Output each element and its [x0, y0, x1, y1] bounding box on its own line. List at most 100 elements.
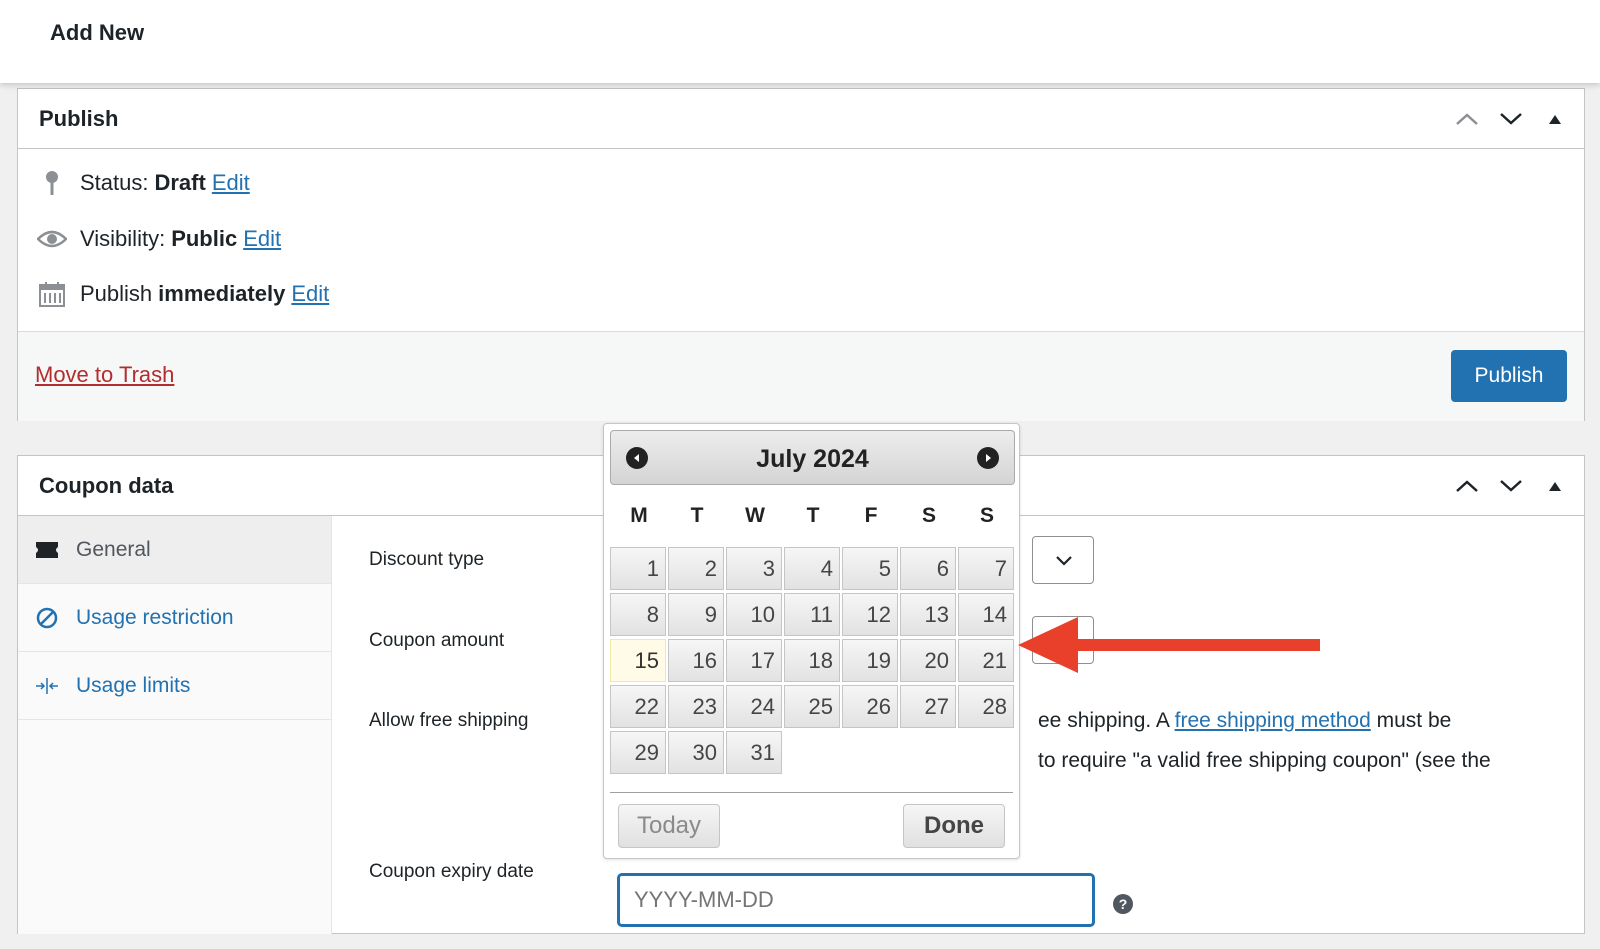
calendar-day[interactable]: 9 [668, 593, 724, 636]
free-shipping-description-line2: to require "a valid free shipping coupon… [1038, 749, 1491, 772]
discount-type-label: Discount type [369, 549, 485, 570]
move-to-trash-link[interactable]: Move to Trash [35, 362, 174, 388]
calendar-day[interactable]: 2 [668, 547, 724, 590]
calendar-day[interactable]: 26 [842, 685, 898, 728]
publish-box-title: Publish [39, 106, 119, 131]
calendar-day[interactable]: 13 [900, 593, 956, 636]
triangle-up-icon [1549, 115, 1561, 124]
calendar-day[interactable]: 1 [610, 547, 666, 590]
move-up-button[interactable] [1452, 107, 1482, 131]
publish-button[interactable]: Publish [1451, 350, 1567, 402]
calendar-day[interactable]: 14 [958, 593, 1014, 636]
free-shipping-desc-part: ee shipping. A [1038, 709, 1175, 732]
coupon-amount-label: Coupon amount [369, 630, 505, 651]
calendar-day[interactable]: 24 [726, 685, 782, 728]
ticket-icon [34, 537, 60, 563]
datepicker-header: July 2024 [610, 430, 1015, 485]
calendar-day[interactable]: 27 [900, 685, 956, 728]
triangle-up-icon [1549, 482, 1561, 491]
status-label: Status: [80, 170, 149, 195]
tab-usage-restriction[interactable]: Usage restriction [18, 584, 331, 652]
calendar-day[interactable]: 10 [726, 593, 782, 636]
calendar-day[interactable]: 7 [958, 547, 1014, 590]
datepicker-popup: July 2024 MTWTFSS 1 2 3 4 5 6 7 8 9 10 11 12 13 14 15 1… [603, 423, 1020, 859]
tab-usage-limits[interactable]: Usage limits [18, 652, 331, 720]
publish-major-actions: Move to Trash Publish [18, 331, 1584, 421]
calendar-day[interactable]: 30 [668, 731, 724, 774]
expiry-date-input[interactable] [618, 874, 1094, 926]
eye-icon [36, 223, 68, 255]
free-shipping-description: ee shipping. A free shipping method must… [1038, 709, 1451, 733]
visibility-value: Public [171, 226, 238, 251]
free-shipping-desc-part: must be [1370, 709, 1452, 732]
calendar-day[interactable]: 29 [610, 731, 666, 774]
edit-schedule-link[interactable]: Edit [291, 281, 329, 307]
calendar-day[interactable]: 18 [784, 639, 840, 682]
calendar-day[interactable]: 16 [668, 639, 724, 682]
weekday-label: T [806, 504, 820, 527]
help-icon[interactable]: ? [1113, 894, 1133, 914]
weekday-label: S [979, 504, 994, 527]
status-value: Draft [154, 170, 206, 195]
calendar-day[interactable]: 4 [784, 547, 840, 590]
visibility-label: Visibility: [80, 226, 166, 251]
next-month-button[interactable] [977, 447, 999, 469]
calendar-day[interactable]: 20 [900, 639, 956, 682]
today-button[interactable]: Today [618, 804, 720, 848]
calendar-day[interactable]: 12 [842, 593, 898, 636]
pin-icon [36, 167, 68, 199]
chevron-up-icon [1456, 480, 1478, 492]
calendar-day[interactable]: 21 [958, 639, 1014, 682]
coupon-box-title: Coupon data [39, 473, 174, 498]
calendar-day[interactable]: 19 [842, 639, 898, 682]
calendar-day[interactable]: 3 [726, 547, 782, 590]
weekday-label: F [864, 504, 878, 527]
status-row: Status: Draft Edit [36, 167, 250, 199]
toggle-panel-button[interactable] [1540, 107, 1570, 131]
discount-type-select[interactable] [1032, 536, 1094, 584]
calendar-day[interactable]: 17 [726, 639, 782, 682]
coupon-tabs: General Usage restriction Usage limits [18, 516, 332, 934]
edit-status-link[interactable]: Edit [212, 170, 250, 196]
coupon-box-actions [1452, 474, 1570, 498]
schedule-row: Publish immediately Edit [36, 278, 329, 310]
chevron-down-icon [1056, 556, 1072, 566]
move-down-button[interactable] [1496, 107, 1526, 131]
arrow-right-icon [986, 454, 991, 462]
datepicker-days-grid: 1 2 3 4 5 6 7 8 9 10 11 12 13 14 15 16 17 18 19 20 21 22 23 24 2… [610, 547, 1016, 774]
chevron-up-icon [1456, 113, 1478, 125]
restriction-icon [34, 605, 60, 631]
edit-visibility-link[interactable]: Edit [243, 226, 281, 252]
tab-usage-limits-label: Usage limits [76, 673, 191, 697]
weekday-label: T [690, 504, 704, 527]
publish-box: Publish Status: Draft Edit Visibility: P… [17, 88, 1585, 421]
tab-general[interactable]: General [18, 516, 331, 584]
move-down-button[interactable] [1496, 474, 1526, 498]
tab-usage-restriction-label: Usage restriction [76, 605, 234, 629]
calendar-day[interactable]: 5 [842, 547, 898, 590]
calendar-day[interactable]: 11 [784, 593, 840, 636]
calendar-day[interactable]: 6 [900, 547, 956, 590]
expiry-date-label: Coupon expiry date [369, 861, 534, 882]
calendar-day[interactable]: 31 [726, 731, 782, 774]
calendar-day[interactable]: 23 [668, 685, 724, 728]
tab-general-label: General [76, 537, 151, 561]
limits-icon [34, 673, 60, 699]
calendar-day[interactable]: 25 [784, 685, 840, 728]
annotation-arrow [1018, 617, 1320, 673]
calendar-day[interactable]: 22 [610, 685, 666, 728]
calendar-day[interactable]: 15 [610, 639, 666, 682]
free-shipping-label: Allow free shipping [369, 710, 529, 731]
free-shipping-method-link[interactable]: free shipping method [1175, 709, 1371, 732]
calendar-day[interactable]: 28 [958, 685, 1014, 728]
weekday-label: S [921, 504, 936, 527]
datepicker-divider [610, 792, 1013, 793]
move-up-button[interactable] [1452, 474, 1482, 498]
calendar-icon [36, 278, 68, 310]
calendar-day[interactable]: 8 [610, 593, 666, 636]
datepicker-title: July 2024 [756, 445, 869, 473]
chevron-down-icon [1500, 113, 1522, 125]
done-button[interactable]: Done [903, 804, 1005, 848]
toggle-panel-button[interactable] [1540, 474, 1570, 498]
page-title: Add New [50, 20, 145, 45]
